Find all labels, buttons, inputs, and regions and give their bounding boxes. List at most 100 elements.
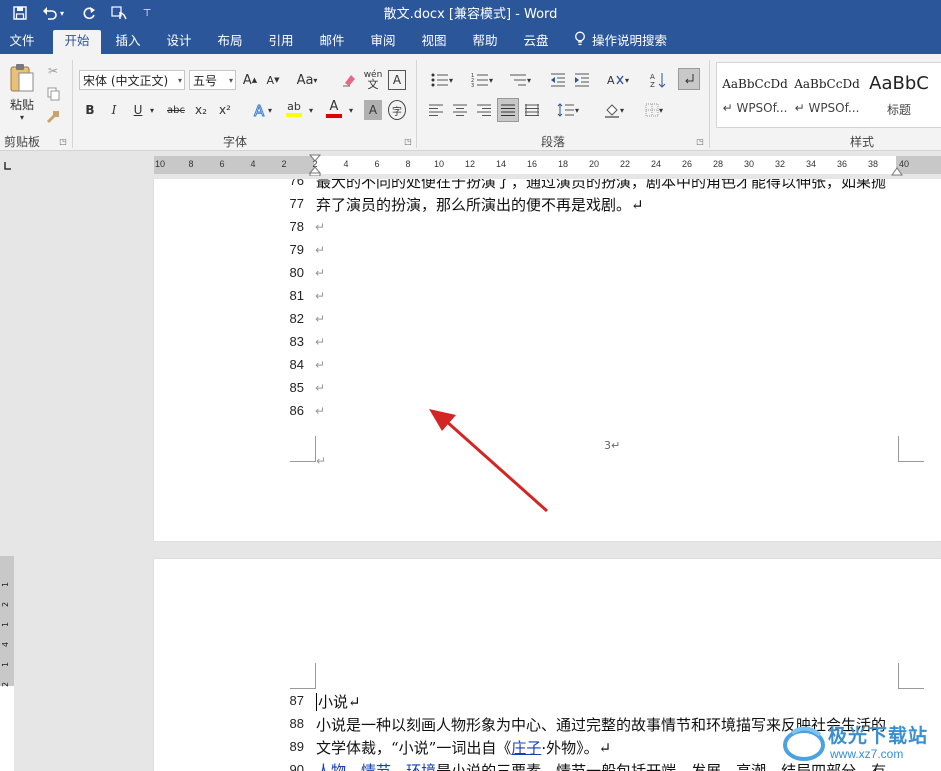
borders-icon[interactable]: ▾	[638, 100, 670, 120]
body-line[interactable]: 最大的不同的处便在于扮演了，通过演员的扮演，剧本中的角色才能得以伸张，如果抛	[316, 179, 886, 192]
distributed-icon[interactable]	[522, 100, 542, 120]
sort-icon[interactable]: AZ	[648, 70, 668, 90]
strikethrough-button[interactable]: abc	[164, 100, 188, 120]
paragraph-mark[interactable]: ↵	[315, 220, 325, 234]
numbering-icon[interactable]: 1 2 3 ▾	[466, 70, 498, 90]
shading-icon[interactable]: ▾	[598, 100, 630, 120]
tab-file[interactable]: 文件	[2, 30, 42, 54]
body-line[interactable]: 文学体裁，“小说”一词出自《庄子·外物》。↵	[316, 737, 611, 758]
ruler-area: 10 8 6 4 2 2 4 6 8 10 12 14 16 18 20 22 24 26 28 30 32 34 36 38…	[0, 151, 941, 179]
show-formatting-icon[interactable]	[678, 68, 700, 90]
text-effects-button[interactable]: A ▾	[248, 100, 276, 120]
crop-mark	[290, 436, 316, 462]
tab-insert[interactable]: 插入	[106, 30, 150, 54]
char-shading-button[interactable]: A	[364, 100, 382, 120]
vruler-tick-label: 1	[1, 661, 11, 668]
line-spacing-icon[interactable]: ▾	[552, 100, 584, 120]
font-name-select[interactable]: 宋体 (中文正文) ▾	[79, 70, 185, 90]
tab-selector-icon[interactable]	[2, 160, 12, 170]
superscript-button[interactable]: x²	[216, 100, 234, 120]
crop-mark	[898, 663, 924, 689]
tab-mailings[interactable]: 邮件	[310, 30, 354, 54]
chevron-down-icon[interactable]: ▾	[147, 100, 157, 120]
cut-icon[interactable]: ✂	[44, 62, 62, 80]
body-line[interactable]: 弃了演员的扮演，那么所演出的便不再是戏剧。↵	[316, 194, 644, 215]
align-center-icon[interactable]	[450, 100, 470, 120]
tab-design[interactable]: 设计	[157, 30, 201, 54]
clear-format-icon[interactable]	[340, 70, 358, 90]
paragraph-mark[interactable]: ↵	[315, 289, 325, 303]
justify-icon[interactable]	[497, 98, 519, 122]
increase-indent-icon[interactable]	[572, 70, 592, 90]
italic-button[interactable]: I	[106, 100, 122, 120]
copy-icon[interactable]	[44, 85, 62, 103]
font-color-button[interactable]: A	[324, 98, 344, 120]
chevron-down-icon: ▾	[177, 76, 182, 85]
underline-button[interactable]: U	[130, 100, 146, 120]
tab-layout[interactable]: 布局	[208, 30, 252, 54]
line-number: 80	[289, 265, 304, 280]
horizontal-ruler[interactable]: 10 8 6 4 2 2 4 6 8 10 12 14 16 18 20 22 24 26 28 30 32 34 36 38…	[154, 154, 941, 177]
heading-xiaoshuo[interactable]: 小说↵	[316, 691, 361, 712]
link-huanjing[interactable]: 环境	[406, 762, 436, 771]
format-painter-icon[interactable]	[44, 108, 62, 126]
asian-layout-icon[interactable]: A ▾	[602, 70, 634, 90]
tab-home[interactable]: 开始	[53, 30, 101, 54]
tell-me-search[interactable]: 操作说明搜索	[574, 30, 684, 54]
shrink-font-button[interactable]: A ▼	[265, 70, 281, 90]
chevron-down-icon[interactable]: ▾	[306, 100, 316, 120]
font-size-select[interactable]: 五号 ▾	[189, 70, 236, 90]
chevron-down-icon[interactable]: ▾	[346, 100, 356, 120]
align-left-icon[interactable]	[426, 100, 446, 120]
phonetic-guide-button[interactable]: wén 文	[362, 68, 384, 92]
paragraph-mark[interactable]: ↵	[315, 335, 325, 349]
subscript-button[interactable]: x₂	[192, 100, 210, 120]
tab-cloud[interactable]: 云盘	[514, 30, 558, 54]
tab-view[interactable]: 视图	[412, 30, 456, 54]
grow-font-button[interactable]: A ▲	[242, 70, 258, 90]
link-renwu[interactable]: 人物	[316, 762, 346, 771]
paragraph-mark[interactable]: ↵	[315, 381, 325, 395]
multilevel-list-icon[interactable]: ▾	[504, 70, 536, 90]
tab-references[interactable]: 引用	[259, 30, 303, 54]
dialog-launcher-icon[interactable]: ◳	[403, 135, 413, 147]
link-qingjie[interactable]: 情节	[361, 762, 391, 771]
tab-review[interactable]: 审阅	[361, 30, 405, 54]
paste-button[interactable]: 粘贴	[4, 96, 40, 112]
highlight-color-bar	[286, 113, 302, 117]
align-right-icon[interactable]	[474, 100, 494, 120]
dialog-launcher-icon[interactable]: ◳	[58, 135, 68, 147]
bold-button[interactable]: B	[82, 100, 98, 120]
change-case-button[interactable]: Aa ▾	[292, 70, 322, 90]
tab-help[interactable]: 帮助	[463, 30, 507, 54]
line-number: 81	[289, 288, 304, 303]
ruler-tick-label: 34	[805, 159, 817, 169]
title-bar: ▾ ⊤ 散文.docx [兼容模式] - Word	[0, 0, 941, 26]
dialog-launcher-icon[interactable]: ◳	[695, 135, 705, 147]
document-canvas[interactable]: 3↵ ↵ 76 最大的不同的处便在于扮演了，通过演员的扮演，剧本中的角色才能得以伸…	[14, 179, 941, 771]
decrease-indent-icon[interactable]	[548, 70, 568, 90]
divider	[416, 60, 417, 148]
font-color-bar	[326, 114, 342, 118]
styles-gallery: AaBbCcDd ↵ WPSOf... AaBbCcDd ↵ WPSOf... …	[716, 62, 941, 128]
link-zhuangzi[interactable]: 庄子	[511, 739, 541, 757]
char-border-button[interactable]: A	[388, 70, 406, 90]
paragraph-mark[interactable]: ↵	[315, 358, 325, 372]
line-number: 85	[289, 380, 304, 395]
ruler-tick-label: 4	[343, 159, 349, 169]
style-item[interactable]: AaBbCcDd ↵ WPSOf...	[791, 63, 863, 125]
vertical-ruler[interactable]: 1 2 1 4 1 2	[0, 556, 14, 771]
highlight-button[interactable]: ab	[284, 98, 304, 120]
enclose-char-button[interactable]: 字	[388, 100, 406, 120]
paste-dropdown[interactable]: ▾	[14, 112, 30, 122]
paste-icon[interactable]	[6, 62, 38, 96]
style-item[interactable]: AaBbCcDd ↵ WPSOf...	[719, 63, 791, 125]
ribbon-home: 粘贴 ▾ ✂ 剪贴板 ◳ 宋体 (中文正文) ▾ 五号 ▾ A ▲ A ▼ Aa ▾ wé…	[0, 54, 941, 151]
bullets-icon[interactable]: ▾	[426, 70, 458, 90]
paragraph-mark[interactable]: ↵	[315, 312, 325, 326]
paragraph-mark[interactable]: ↵	[315, 266, 325, 280]
style-item-heading[interactable]: AaBbC 标题	[863, 63, 935, 125]
paragraph-mark[interactable]: ↵	[315, 404, 325, 418]
paragraph-mark[interactable]: ↵	[315, 243, 325, 257]
lightbulb-icon	[574, 31, 586, 53]
